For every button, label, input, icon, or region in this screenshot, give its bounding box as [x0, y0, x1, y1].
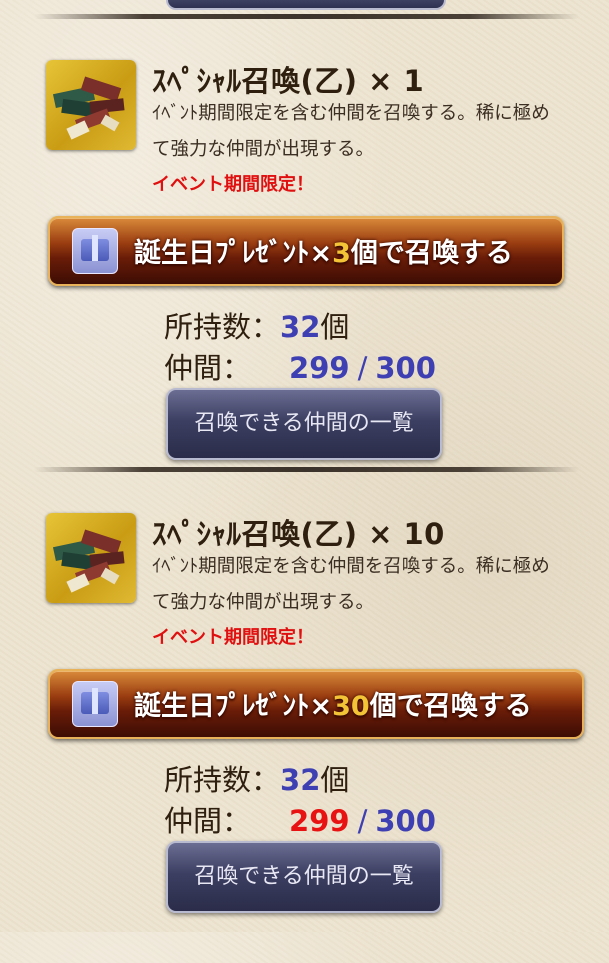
gift-box-icon — [72, 681, 118, 727]
summon-button-label: 誕生日ﾌﾟﾚｾﾞﾝﾄ×30個で召喚する — [134, 691, 532, 722]
owned-count: 所持数：32個 — [164, 763, 350, 797]
companion-count: 仲間： 299/300 — [164, 351, 436, 385]
summon-title: ｽﾍﾟｼｬﾙ召喚(乙) × 1 — [152, 64, 425, 98]
section-divider — [34, 14, 579, 19]
summon-button[interactable]: 誕生日ﾌﾟﾚｾﾞﾝﾄ×3個で召喚する — [48, 216, 564, 286]
summon-description: ｲﾍﾞﾝﾄ期間限定を含む仲間を召喚する。稀に極めて強力な仲間が出現する。 — [152, 556, 550, 613]
companion-list-button[interactable]: 召喚できる仲間の一覧 — [166, 388, 442, 460]
limited-badge: イベント期間限定！ — [152, 627, 314, 648]
companion-list-button[interactable]: 召喚できる仲間の一覧 — [166, 841, 442, 913]
summon-button-label: 誕生日ﾌﾟﾚｾﾞﾝﾄ×3個で召喚する — [134, 238, 513, 269]
gift-box-icon — [72, 228, 118, 274]
previous-list-button[interactable] — [166, 0, 446, 10]
summon-section-2: ｽﾍﾟｼｬﾙ召喚(乙) × 10 ｲﾍﾞﾝﾄ期間限定を含む仲間を召喚する。稀に極… — [0, 513, 609, 963]
books-pile-icon — [46, 60, 136, 150]
summon-section-1: ｽﾍﾟｼｬﾙ召喚(乙) × 1 ｲﾍﾞﾝﾄ期間限定を含む仲間を召喚する。稀に極め… — [0, 60, 609, 510]
cost-count: 3 — [332, 238, 351, 269]
summon-title: ｽﾍﾟｼｬﾙ召喚(乙) × 10 — [152, 517, 445, 551]
limited-badge: イベント期間限定！ — [152, 174, 314, 195]
cost-count: 30 — [332, 691, 370, 722]
companion-count: 仲間： 299/300 — [164, 804, 436, 838]
owned-count: 所持数：32個 — [164, 310, 350, 344]
books-pile-icon — [46, 513, 136, 603]
summon-button[interactable]: 誕生日ﾌﾟﾚｾﾞﾝﾄ×30個で召喚する — [48, 669, 584, 739]
section-divider — [34, 467, 579, 472]
summon-description: ｲﾍﾞﾝﾄ期間限定を含む仲間を召喚する。稀に極めて強力な仲間が出現する。 — [152, 103, 550, 160]
